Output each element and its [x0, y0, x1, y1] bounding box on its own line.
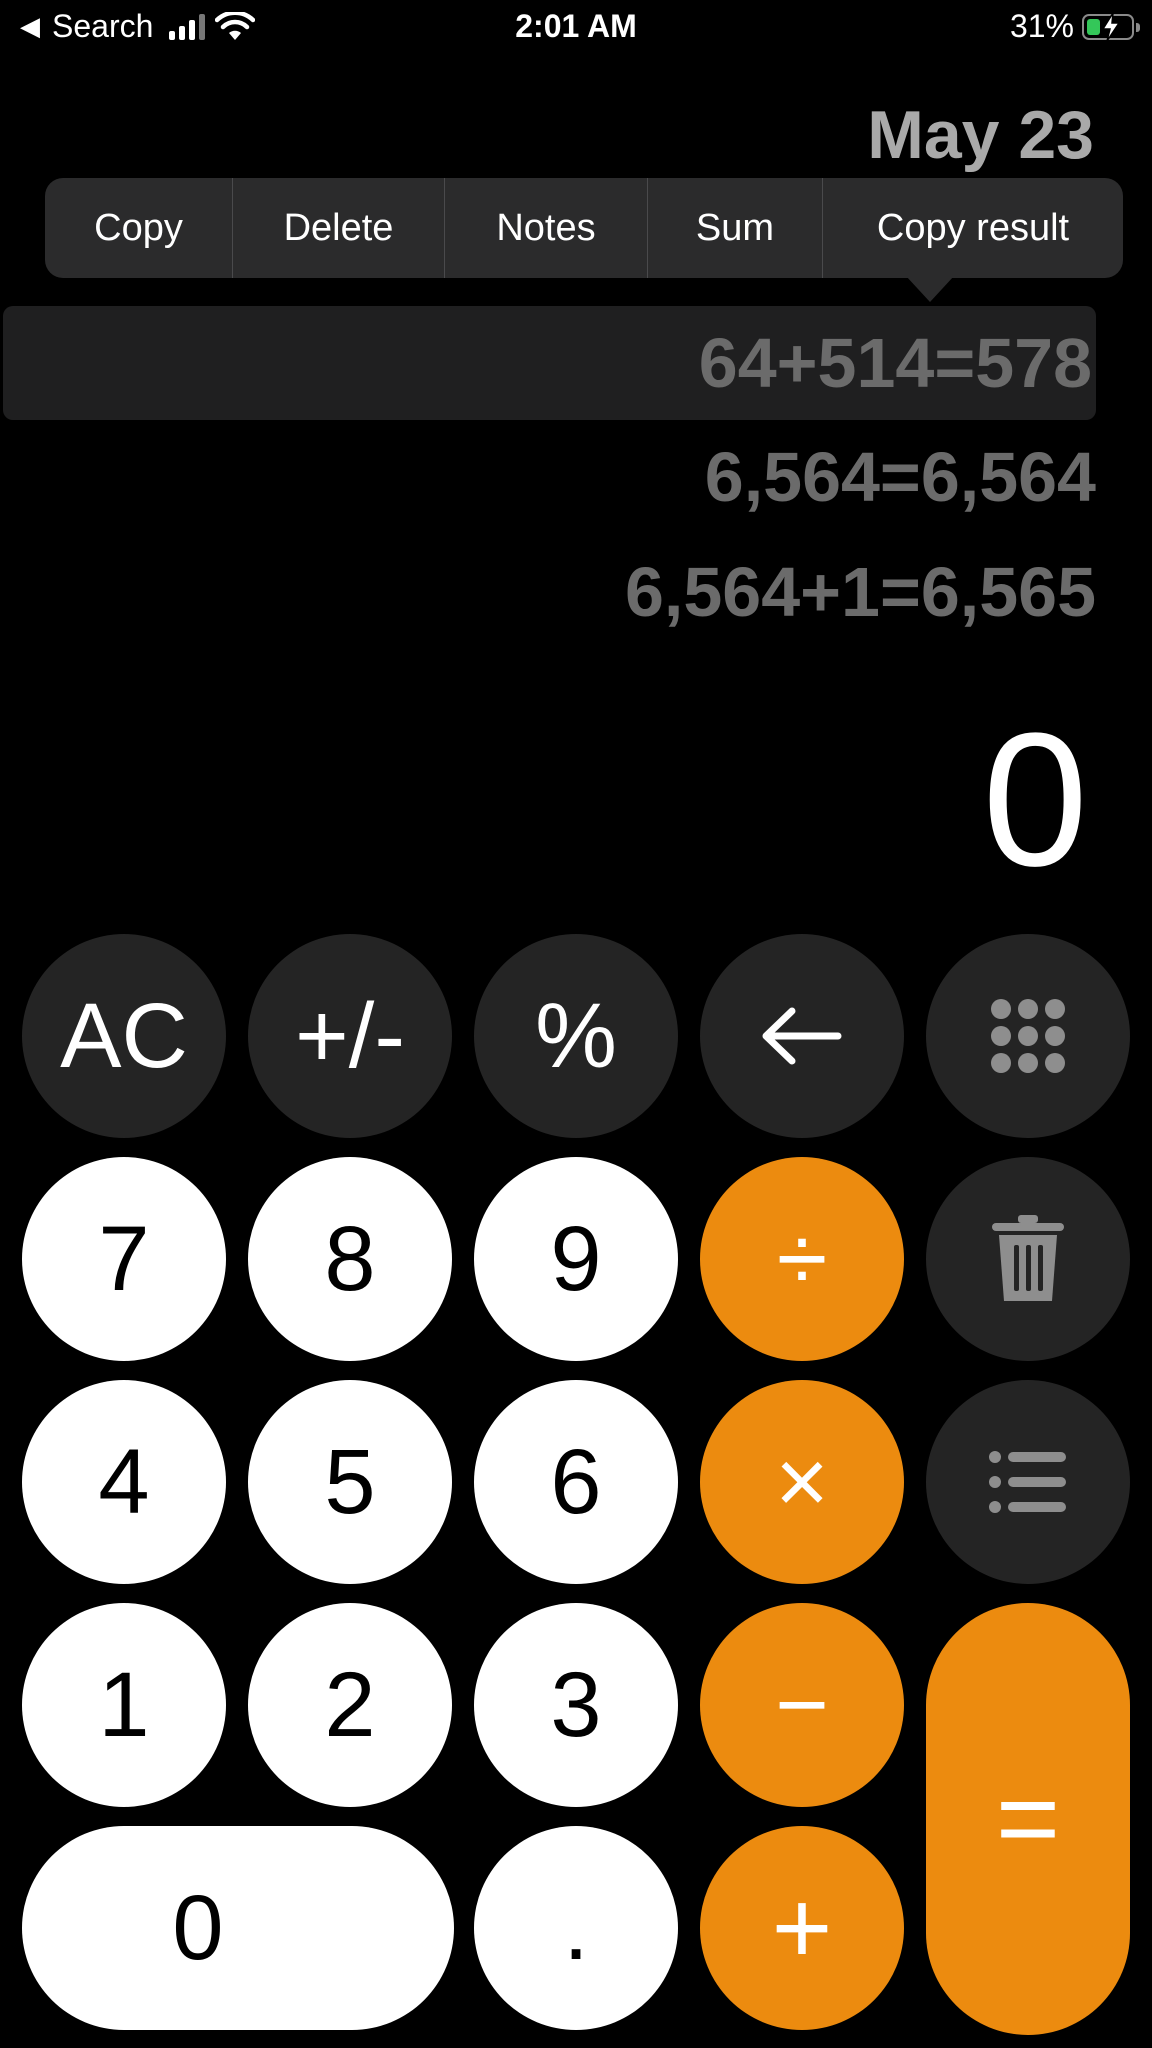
history-list-button[interactable] [926, 1380, 1130, 1584]
battery-status: 31% [1009, 8, 1140, 45]
digit-label: 5 [324, 1431, 376, 1533]
digit-1-button[interactable]: 1 [22, 1603, 226, 1807]
charging-bolt-icon [1101, 12, 1121, 41]
keypad-grid-icon [991, 999, 1065, 1073]
digit-6-button[interactable]: 6 [474, 1380, 678, 1584]
history-entry-selected[interactable]: 64+514=578 [3, 306, 1096, 420]
digit-2-button[interactable]: 2 [248, 1603, 452, 1807]
plus-button[interactable]: + [700, 1826, 904, 2030]
menu-copy[interactable]: Copy [45, 178, 233, 278]
multiply-button[interactable]: × [700, 1380, 904, 1584]
battery-icon [1082, 12, 1140, 41]
digit-label: 0 [172, 1877, 224, 1979]
digit-label: 3 [550, 1654, 602, 1756]
history-entry[interactable]: 6,564+1=6,565 [625, 552, 1096, 632]
operator-label: − [775, 1654, 829, 1756]
menu-notes[interactable]: Notes [445, 178, 648, 278]
status-time: 2:01 AM [515, 8, 637, 44]
backspace-button[interactable] [700, 934, 904, 1138]
digit-9-button[interactable]: 9 [474, 1157, 678, 1361]
history-entry-text: 64+514=578 [698, 324, 1092, 402]
trash-icon [992, 1215, 1064, 1301]
menu-sum[interactable]: Sum [648, 178, 823, 278]
history-date: May 23 [867, 97, 1094, 173]
backspace-arrow-icon [762, 1007, 842, 1065]
context-menu: Copy Delete Notes Sum Copy result [45, 178, 1123, 278]
context-menu-pointer [906, 276, 954, 302]
equals-button[interactable]: = [926, 1603, 1130, 2035]
digit-label: 7 [98, 1208, 150, 1310]
digit-5-button[interactable]: 5 [248, 1380, 452, 1584]
digit-0-button[interactable]: 0 [22, 1826, 454, 2030]
percent-label: % [535, 985, 617, 1087]
display-value: 0 [982, 694, 1088, 906]
plus-minus-button[interactable]: +/- [248, 934, 452, 1138]
digit-label: 9 [550, 1208, 602, 1310]
plus-minus-label: +/- [295, 985, 405, 1087]
decimal-button[interactable]: . [474, 1826, 678, 2030]
decimal-label: . [563, 1877, 589, 1979]
digit-label: 1 [98, 1654, 150, 1756]
all-clear-label: AC [60, 985, 188, 1087]
history-entry[interactable]: 6,564=6,564 [705, 437, 1096, 517]
status-bar: ◀ Search 2:01 AM 31% [0, 0, 1152, 58]
digit-label: 4 [98, 1431, 150, 1533]
battery-percent: 31% [1009, 8, 1074, 44]
minus-button[interactable]: − [700, 1603, 904, 1807]
list-icon [989, 1451, 1066, 1513]
digit-4-button[interactable]: 4 [22, 1380, 226, 1584]
scientific-toggle-button[interactable] [926, 934, 1130, 1138]
divide-button[interactable]: ÷ [700, 1157, 904, 1361]
operator-label: ÷ [776, 1208, 828, 1310]
digit-7-button[interactable]: 7 [22, 1157, 226, 1361]
operator-label: = [995, 1757, 1061, 1880]
digit-label: 6 [550, 1431, 602, 1533]
digit-label: 8 [324, 1208, 376, 1310]
digit-label: 2 [324, 1654, 376, 1756]
operator-label: + [771, 1870, 833, 1986]
digit-3-button[interactable]: 3 [474, 1603, 678, 1807]
menu-delete[interactable]: Delete [233, 178, 445, 278]
operator-label: × [775, 1431, 829, 1533]
digit-8-button[interactable]: 8 [248, 1157, 452, 1361]
percent-button[interactable]: % [474, 934, 678, 1138]
all-clear-button[interactable]: AC [22, 934, 226, 1138]
delete-history-button[interactable] [926, 1157, 1130, 1361]
menu-copy-result[interactable]: Copy result [823, 178, 1123, 278]
